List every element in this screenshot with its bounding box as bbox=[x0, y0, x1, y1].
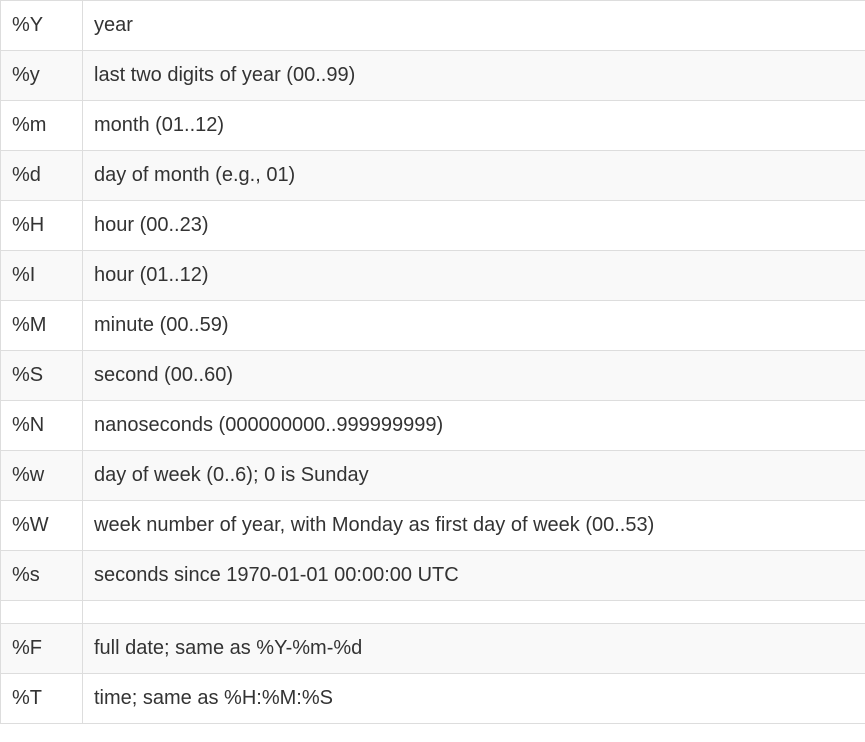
format-description: nanoseconds (000000000..999999999) bbox=[82, 400, 865, 451]
table-row: %W week number of year, with Monday as f… bbox=[0, 500, 865, 551]
table-row: %F full date; same as %Y-%m-%d bbox=[0, 623, 865, 674]
table-body: %Y year %y last two digits of year (00..… bbox=[0, 0, 865, 724]
format-description: minute (00..59) bbox=[82, 300, 865, 351]
format-description bbox=[82, 600, 865, 624]
format-code: %I bbox=[0, 250, 83, 301]
format-description: year bbox=[82, 0, 865, 51]
format-code: %w bbox=[0, 450, 83, 501]
format-description: seconds since 1970-01-01 00:00:00 UTC bbox=[82, 550, 865, 601]
format-description: hour (01..12) bbox=[82, 250, 865, 301]
format-description: second (00..60) bbox=[82, 350, 865, 401]
table-row: %Y year bbox=[0, 0, 865, 51]
format-code: %Y bbox=[0, 0, 83, 51]
format-code: %H bbox=[0, 200, 83, 251]
table-row: %m month (01..12) bbox=[0, 100, 865, 151]
format-code: %S bbox=[0, 350, 83, 401]
format-code bbox=[0, 600, 83, 624]
table-row: %H hour (00..23) bbox=[0, 200, 865, 251]
table-row: %s seconds since 1970-01-01 00:00:00 UTC bbox=[0, 550, 865, 601]
format-code: %W bbox=[0, 500, 83, 551]
format-description: time; same as %H:%M:%S bbox=[82, 673, 865, 724]
format-description: day of week (0..6); 0 is Sunday bbox=[82, 450, 865, 501]
format-code: %M bbox=[0, 300, 83, 351]
format-description: hour (00..23) bbox=[82, 200, 865, 251]
table-row: %S second (00..60) bbox=[0, 350, 865, 401]
format-code: %F bbox=[0, 623, 83, 674]
format-code: %N bbox=[0, 400, 83, 451]
table-row: %I hour (01..12) bbox=[0, 250, 865, 301]
table-row: %w day of week (0..6); 0 is Sunday bbox=[0, 450, 865, 501]
format-code: %s bbox=[0, 550, 83, 601]
table-row: %N nanoseconds (000000000..999999999) bbox=[0, 400, 865, 451]
format-description: week number of year, with Monday as firs… bbox=[82, 500, 865, 551]
format-code: %d bbox=[0, 150, 83, 201]
table-row: %y last two digits of year (00..99) bbox=[0, 50, 865, 101]
table-row: %d day of month (e.g., 01) bbox=[0, 150, 865, 201]
table-row: %M minute (00..59) bbox=[0, 300, 865, 351]
format-description: last two digits of year (00..99) bbox=[82, 50, 865, 101]
format-description: full date; same as %Y-%m-%d bbox=[82, 623, 865, 674]
format-code: %T bbox=[0, 673, 83, 724]
format-description: month (01..12) bbox=[82, 100, 865, 151]
format-specifier-table: %Y year %y last two digits of year (00..… bbox=[0, 0, 865, 724]
table-row: %T time; same as %H:%M:%S bbox=[0, 673, 865, 724]
format-code: %m bbox=[0, 100, 83, 151]
format-code: %y bbox=[0, 50, 83, 101]
format-description: day of month (e.g., 01) bbox=[82, 150, 865, 201]
table-row-empty bbox=[0, 600, 865, 624]
